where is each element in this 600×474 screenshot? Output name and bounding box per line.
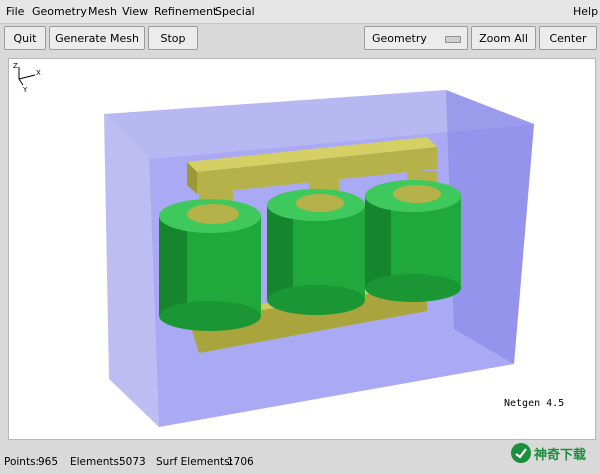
view-mode-value: Geometry xyxy=(372,32,427,45)
menu-view[interactable]: View xyxy=(122,5,148,18)
menu-mesh[interactable]: Mesh xyxy=(88,5,117,18)
watermark-logo-icon xyxy=(511,443,531,463)
coil-right xyxy=(365,180,461,302)
toolbar: Quit Generate Mesh Stop Geometry Zoom Al… xyxy=(0,24,600,54)
quit-button[interactable]: Quit xyxy=(4,26,46,50)
points-value: 965 xyxy=(38,456,59,468)
dropdown-handle-icon xyxy=(445,36,461,43)
transformer-model xyxy=(104,90,534,427)
center-button[interactable]: Center xyxy=(539,26,597,50)
surf-elements-label: Surf Elements: xyxy=(156,456,234,468)
surf-elements-value: 1706 xyxy=(227,456,254,468)
menu-bar: File Geometry Mesh View Refinement Speci… xyxy=(0,0,600,24)
watermark: 神奇下载 xyxy=(508,438,594,468)
watermark-text: 神奇下载 xyxy=(534,448,587,463)
axis-z-label: Z xyxy=(13,62,18,70)
stop-button[interactable]: Stop xyxy=(148,26,198,50)
version-label: Netgen 4.5 xyxy=(504,398,565,409)
geometry-viewport[interactable]: Z X Y Netgen 4.5 xyxy=(8,58,596,440)
view-mode-select[interactable]: Geometry xyxy=(364,26,468,50)
points-label: Points: xyxy=(4,456,40,468)
coil-left xyxy=(159,199,261,331)
axis-x-label: X xyxy=(36,69,41,77)
zoom-all-button[interactable]: Zoom All xyxy=(471,26,536,50)
generate-mesh-button[interactable]: Generate Mesh xyxy=(49,26,145,50)
menu-file[interactable]: File xyxy=(6,5,24,18)
menu-special[interactable]: Special xyxy=(215,5,255,18)
elements-label: Elements: xyxy=(70,456,123,468)
axes-indicator-icon: Z X Y xyxy=(13,62,41,93)
menu-refinement[interactable]: Refinement xyxy=(154,5,217,18)
elements-value: 5073 xyxy=(119,456,146,468)
axis-y-label: Y xyxy=(22,86,28,93)
menu-geometry[interactable]: Geometry xyxy=(32,5,87,18)
menu-help[interactable]: Help xyxy=(573,5,598,18)
coil-middle xyxy=(267,189,365,315)
